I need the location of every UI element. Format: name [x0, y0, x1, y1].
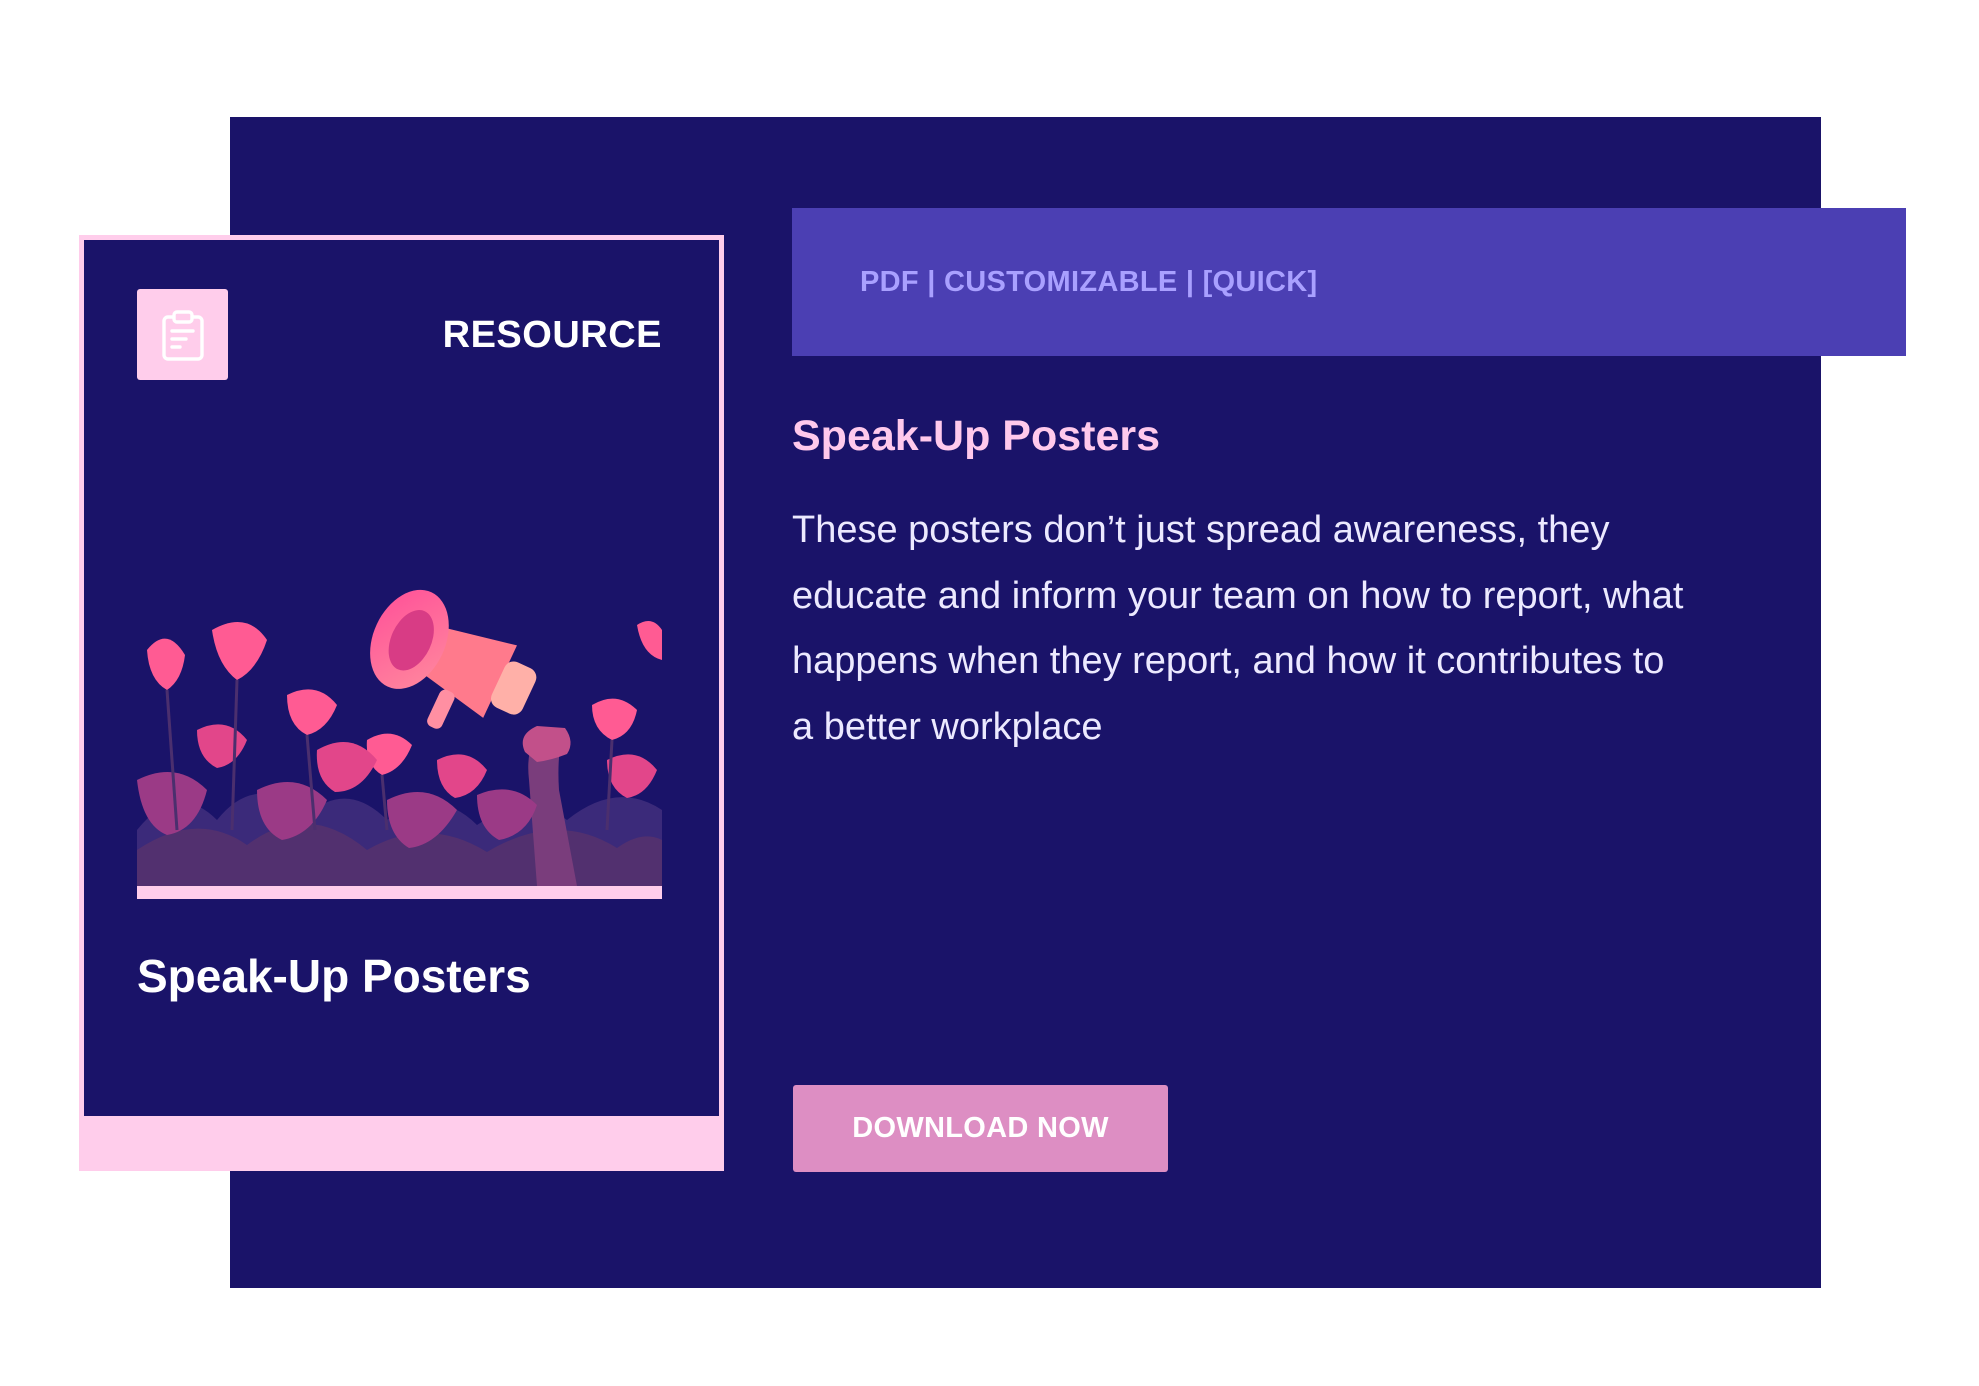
resource-tags-bar: PDF | CUSTOMIZABLE | [QUICK] — [792, 208, 1906, 356]
clipboard-icon — [137, 289, 228, 380]
resource-description: These posters don’t just spread awarenes… — [792, 509, 1684, 748]
card-label: RESOURCE — [442, 314, 662, 356]
resource-card: RESOURCE Speak-Up Posters — [84, 240, 719, 1116]
download-now-button[interactable]: DOWNLOAD NOW — [793, 1085, 1168, 1172]
card-title: Speak-Up Posters — [137, 950, 531, 1002]
card-art-underline — [137, 886, 662, 899]
megaphone-flowers-illustration — [137, 530, 662, 886]
resource-heading: Speak-Up Posters — [792, 412, 1161, 460]
resource-tags: PDF | CUSTOMIZABLE | [QUICK] — [860, 265, 1318, 298]
